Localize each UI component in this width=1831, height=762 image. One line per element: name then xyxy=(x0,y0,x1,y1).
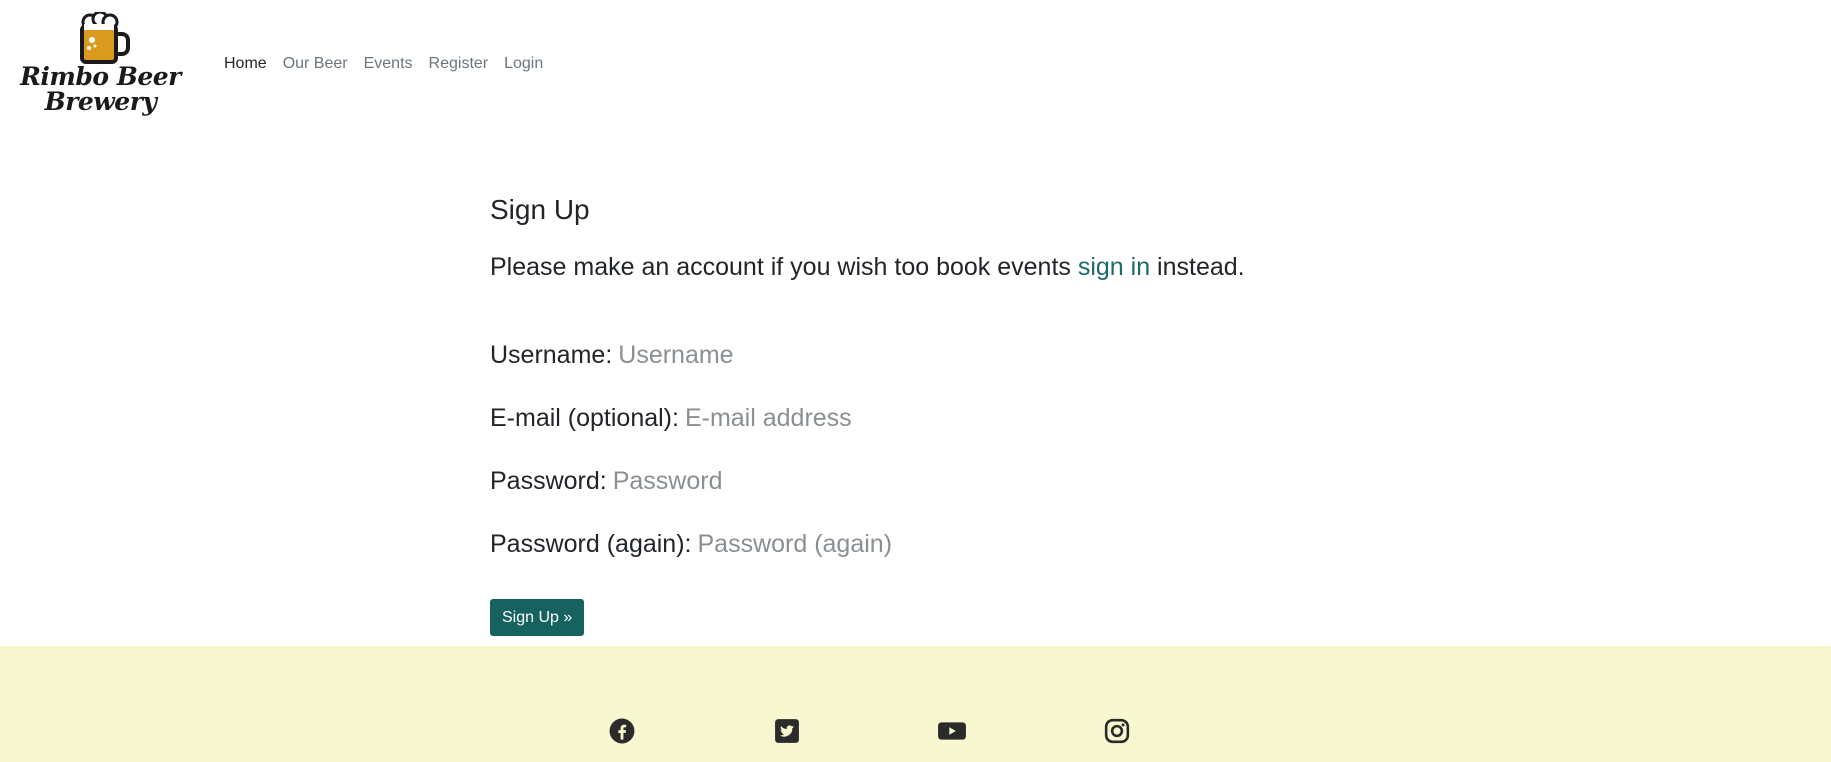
password-input[interactable] xyxy=(606,466,927,496)
signup-intro: Please make an account if you wish too b… xyxy=(490,250,1390,284)
password-row: Password: xyxy=(490,464,1390,498)
email-row: E-mail (optional): xyxy=(490,401,1390,435)
nav-item-login[interactable]: Login xyxy=(496,52,551,76)
intro-text-suffix: instead. xyxy=(1150,253,1245,281)
instagram-icon[interactable] xyxy=(1102,716,1132,746)
intro-text: Please make an account if you wish too b… xyxy=(490,253,1078,281)
username-label: Username: xyxy=(490,341,613,369)
brand-name-line2: Brewery xyxy=(44,87,157,116)
username-input[interactable] xyxy=(612,340,933,370)
password-again-row: Password (again): xyxy=(490,527,1390,561)
facebook-icon[interactable] xyxy=(607,716,637,746)
brand-name: Rimbo Beer Brewery xyxy=(18,64,183,114)
email-label: E-mail (optional): xyxy=(490,404,679,432)
email-input[interactable] xyxy=(678,403,999,433)
signup-form: Username: E-mail (optional): Password: P… xyxy=(490,338,1390,636)
nav-item-our-beer[interactable]: Our Beer xyxy=(275,52,356,76)
site-footer xyxy=(0,646,1831,762)
sign-up-button[interactable]: Sign Up » xyxy=(490,599,585,636)
site-header: Rimbo Beer Brewery Home Our Beer Events … xyxy=(0,0,1831,130)
sign-in-link[interactable]: sign in xyxy=(1078,253,1150,281)
password-label: Password: xyxy=(490,467,607,495)
page-title: Sign Up xyxy=(490,194,590,225)
main-nav: Home Our Beer Events Register Login xyxy=(224,52,551,76)
brand-name-line1: Rimbo Beer xyxy=(20,62,181,91)
nav-item-register[interactable]: Register xyxy=(421,52,497,76)
username-row: Username: xyxy=(490,338,1390,372)
beer-mug-icon xyxy=(80,12,130,64)
nav-item-events[interactable]: Events xyxy=(356,52,421,76)
signup-section: Sign Up Please make an account if you wi… xyxy=(490,190,1390,636)
password-again-input[interactable] xyxy=(691,529,1012,559)
brand-logo[interactable]: Rimbo Beer Brewery xyxy=(18,12,183,120)
nav-item-home[interactable]: Home xyxy=(224,52,275,76)
password-again-label: Password (again): xyxy=(490,530,692,558)
youtube-icon[interactable] xyxy=(937,716,967,746)
twitter-icon[interactable] xyxy=(772,716,802,746)
